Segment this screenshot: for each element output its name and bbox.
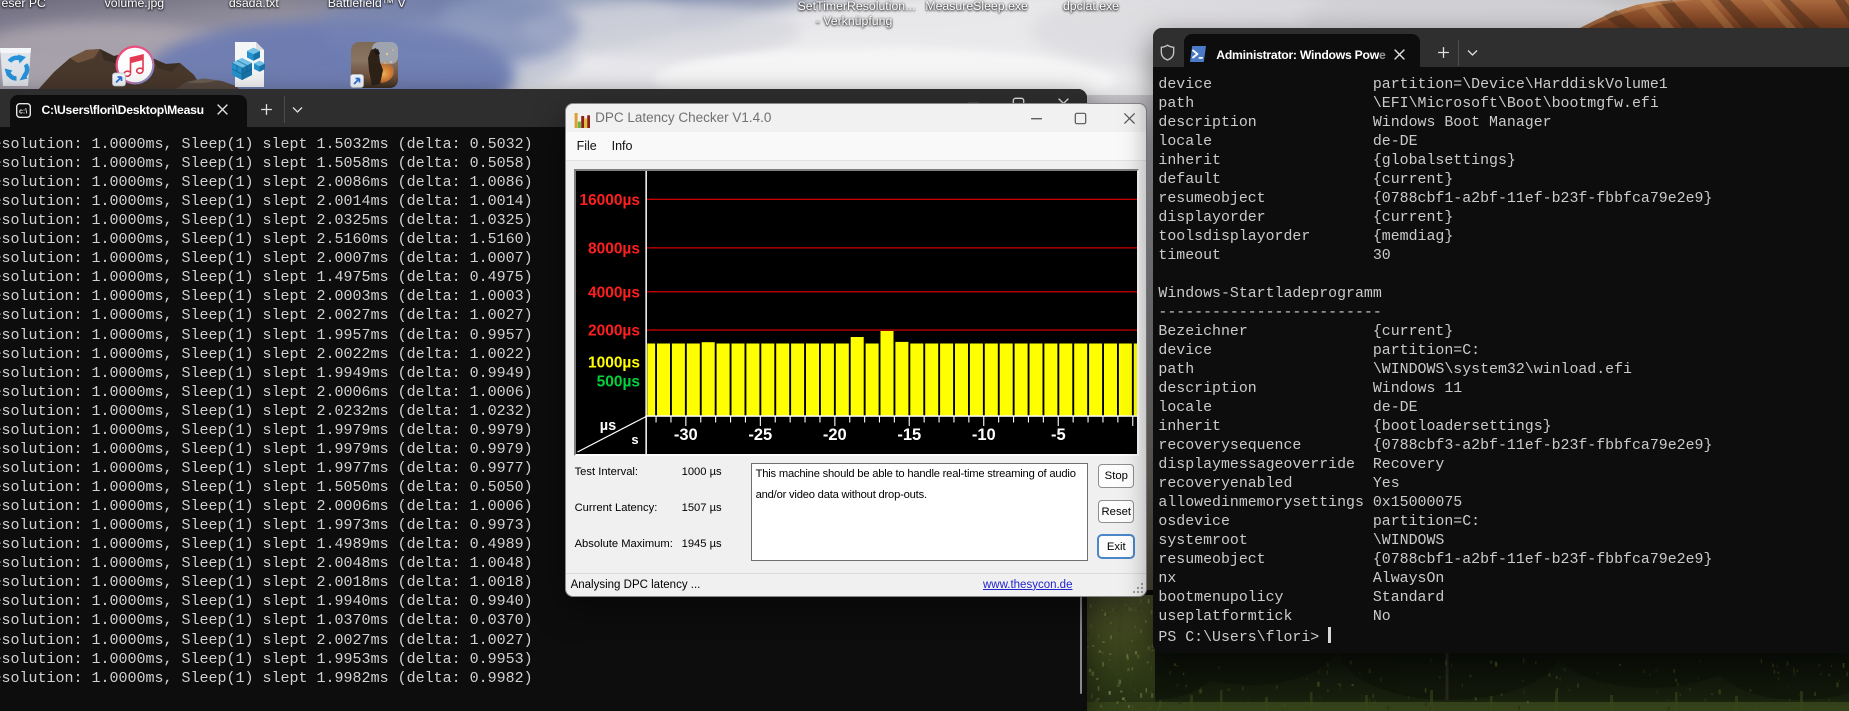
- svg-text:-30: -30: [674, 426, 698, 444]
- svg-text:c:\: c:\: [19, 108, 27, 115]
- svg-text:-10: -10: [972, 426, 996, 444]
- svg-text:-5: -5: [1051, 426, 1066, 444]
- svg-text:µs: µs: [600, 418, 616, 434]
- svg-text:-25: -25: [749, 426, 773, 444]
- svg-text:16000µs: 16000µs: [580, 192, 641, 209]
- svg-text:8000µs: 8000µs: [588, 241, 640, 258]
- svg-text:-20: -20: [823, 426, 847, 444]
- svg-text:2000µs: 2000µs: [588, 323, 640, 340]
- svg-text:1000µs: 1000µs: [588, 355, 640, 372]
- svg-text:4000µs: 4000µs: [588, 285, 640, 302]
- svg-text:s: s: [632, 432, 639, 447]
- svg-text:-15: -15: [898, 426, 922, 444]
- svg-text:500µs: 500µs: [597, 374, 640, 391]
